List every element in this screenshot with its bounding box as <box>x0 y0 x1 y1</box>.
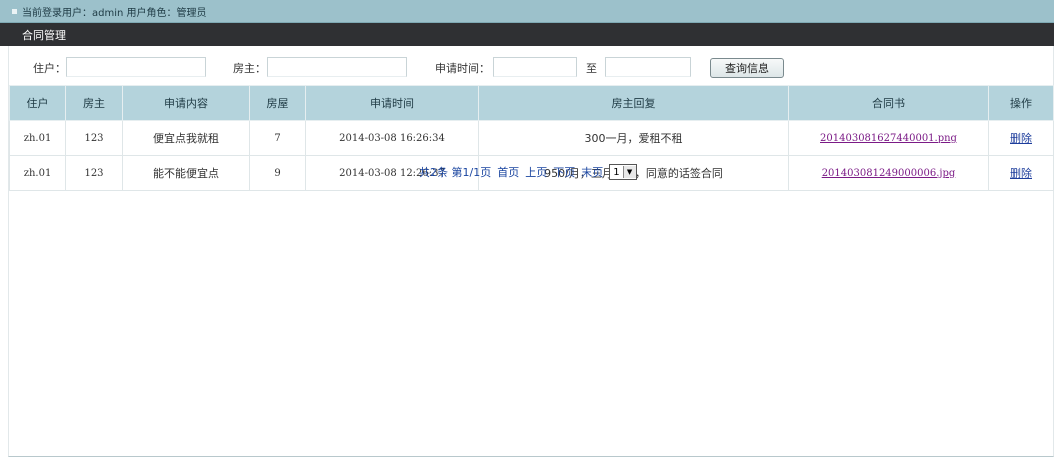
landlord-input[interactable] <box>267 57 407 77</box>
cell-tenant: zh.01 <box>9 120 66 156</box>
date-to-input[interactable] <box>605 57 691 77</box>
search-bar: 住户： 房主： 申请时间： 至 查询信息 <box>9 46 1053 84</box>
pager-last-link[interactable]: 末页 <box>581 164 603 180</box>
login-status-bar: 当前登录用户：admin 用户角色：管理员 <box>0 0 1054 23</box>
bullet-icon <box>12 8 17 14</box>
section-title: 合同管理 <box>22 28 66 42</box>
page-select[interactable]: 1 ▼ <box>609 164 637 180</box>
cell-time: 2014-03-08 16:26:34 <box>305 120 479 156</box>
chevron-down-icon: ▼ <box>622 166 636 178</box>
cell-contract: 201403081627440001.png <box>788 120 989 156</box>
delete-link[interactable]: 删除 <box>1010 167 1032 180</box>
cell-landlord: 123 <box>65 120 123 156</box>
section-header: 合同管理 <box>0 23 1054 46</box>
column-header-time: 申请时间 <box>305 85 479 121</box>
pager-first-link[interactable]: 首页 <box>497 164 519 180</box>
column-header-reply: 房主回复 <box>478 85 789 121</box>
pager-summary: 共2条 第1/1页 <box>419 166 492 179</box>
cell-contract: 201403081249000006.jpg <box>788 155 989 191</box>
column-header-action: 操作 <box>988 85 1054 121</box>
login-info: 当前登录用户：admin 用户角色：管理员 <box>22 7 207 19</box>
landlord-label: 房主： <box>233 62 266 75</box>
cell-landlord: 123 <box>65 155 123 191</box>
cell-tenant: zh.01 <box>9 155 66 191</box>
tenant-label: 住户： <box>33 62 66 75</box>
delete-link[interactable]: 删除 <box>1010 132 1032 145</box>
column-header-tenant: 住户 <box>9 85 66 121</box>
cell-house: 9 <box>249 155 306 191</box>
cell-action: 删除 <box>988 120 1054 156</box>
pager-prev-link[interactable]: 上页 <box>525 164 547 180</box>
contract-file-link[interactable]: 201403081249000006.jpg <box>822 168 956 179</box>
pagination: 共2条 第1/1页 首页 上页 下页 末页 1 ▼ <box>419 164 637 180</box>
pager-next-link[interactable]: 下页 <box>553 164 575 180</box>
cell-house: 7 <box>249 120 306 156</box>
cell-content: 能不能便宜点 <box>122 155 250 191</box>
date-to-label: 至 <box>586 62 597 75</box>
page-select-value: 1 <box>613 166 620 178</box>
column-header-landlord: 房主 <box>65 85 123 121</box>
content-panel: 住户： 房主： 申请时间： 至 查询信息 住户 房主 申请内容 房屋 申请时间 … <box>8 46 1054 457</box>
table-row: zh.01 123 便宜点我就租 7 2014-03-08 16:26:34 3… <box>9 120 1054 156</box>
cell-reply: 300一月，爱租不租 <box>478 120 789 156</box>
tenant-input[interactable] <box>66 57 206 77</box>
search-button[interactable]: 查询信息 <box>710 58 784 78</box>
contract-file-link[interactable]: 201403081627440001.png <box>820 133 957 144</box>
date-from-input[interactable] <box>493 57 577 77</box>
cell-content: 便宜点我就租 <box>122 120 250 156</box>
column-header-content: 申请内容 <box>122 85 250 121</box>
date-label: 申请时间： <box>435 62 490 75</box>
column-header-house: 房屋 <box>249 85 306 121</box>
column-header-contract: 合同书 <box>788 85 989 121</box>
table-header-row: 住户 房主 申请内容 房屋 申请时间 房主回复 合同书 操作 <box>9 85 1054 121</box>
cell-action: 删除 <box>988 155 1054 191</box>
